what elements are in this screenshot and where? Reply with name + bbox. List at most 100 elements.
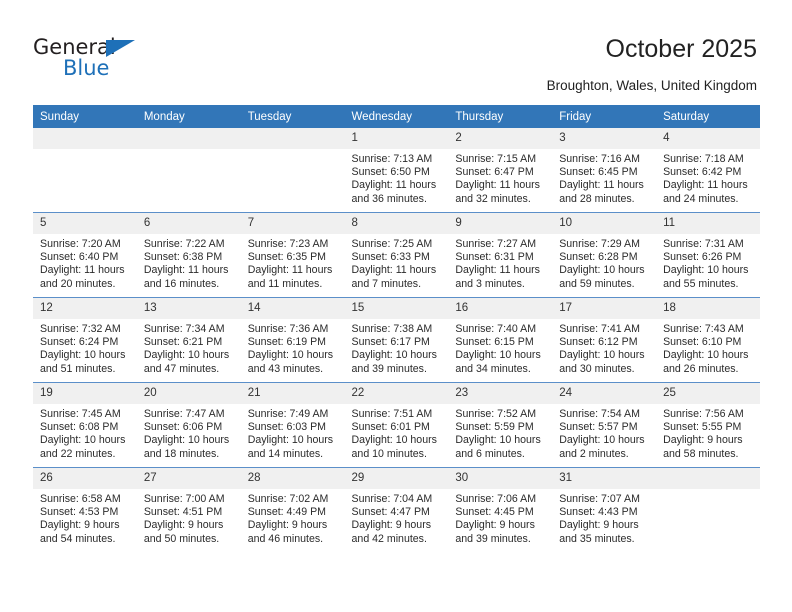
- sunrise-text: Sunrise: 7:41 AM: [559, 323, 640, 335]
- daylight-text-line1: Daylight: 10 hours: [455, 434, 541, 447]
- day-details: Sunrise: 7:13 AM Sunset: 6:50 PM Daylight:…: [345, 149, 449, 206]
- sunrise-text: Sunrise: 7:00 AM: [143, 493, 225, 505]
- calendar-day-cell[interactable]: 1 Sunrise: 7:13 AM Sunset: 6:50 PM Daylight…: [344, 128, 449, 213]
- calendar-day-cell[interactable]: 26 Sunrise: 6:58 AM Sunset: 4:53 PM Dayligh…: [33, 467, 137, 552]
- daylight-text-line1: Daylight: 11 hours: [663, 179, 748, 192]
- calendar-day-cell[interactable]: 25 Sunrise: 7:56 AM Sunset: 5:55 PM Dayligh…: [656, 382, 760, 468]
- calendar-day-cell[interactable]: 29 Sunrise: 7:04 AM Sunset: 4:47 PM Dayligh…: [344, 467, 449, 552]
- daylight-text-line2: and 35 minutes.: [559, 532, 635, 545]
- calendar-day-cell[interactable]: 3 Sunrise: 7:16 AM Sunset: 6:45 PM Daylight…: [552, 128, 657, 213]
- calendar-day-cell[interactable]: 13 Sunrise: 7:34 AM Sunset: 6:21 PM Dayligh…: [136, 297, 241, 383]
- calendar-day-cell[interactable]: 28 Sunrise: 7:02 AM Sunset: 4:49 PM Dayligh…: [240, 467, 345, 552]
- sunrise-text: Sunrise: 7:43 AM: [663, 323, 744, 335]
- calendar-week-row: 26 Sunrise: 6:58 AM Sunset: 4:53 PM Dayligh…: [33, 467, 760, 552]
- daylight-text-line1: Daylight: 11 hours: [351, 264, 437, 277]
- sunset-text: Sunset: 6:19 PM: [247, 336, 327, 349]
- daylight-text-line2: and 46 minutes.: [247, 532, 324, 545]
- weekday-header-wednesday: Wednesday: [344, 105, 449, 128]
- daylight-text-line1: Daylight: 9 hours: [559, 519, 639, 532]
- calendar-day-cell[interactable]: 21 Sunrise: 7:49 AM Sunset: 6:03 PM Dayligh…: [240, 382, 345, 468]
- sunset-text: Sunset: 5:59 PM: [455, 421, 534, 434]
- calendar-day-cell[interactable]: 31 Sunrise: 7:07 AM Sunset: 4:43 PM Dayligh…: [552, 467, 657, 552]
- calendar-day-cell[interactable]: 15 Sunrise: 7:38 AM Sunset: 6:17 PM Dayligh…: [344, 297, 449, 383]
- day-number: 20: [136, 383, 241, 404]
- calendar-day-cell[interactable]: 9 Sunrise: 7:27 AM Sunset: 6:31 PM Daylight…: [448, 212, 553, 298]
- calendar-day-cell[interactable]: 6 Sunrise: 7:22 AM Sunset: 6:38 PM Daylight…: [136, 212, 241, 298]
- day-number: 26: [33, 468, 137, 489]
- daylight-text-line2: and 28 minutes.: [559, 192, 635, 205]
- sunset-text: Sunset: 6:10 PM: [663, 336, 742, 349]
- day-number: 12: [33, 298, 137, 319]
- weekday-header-monday: Monday: [136, 105, 241, 128]
- daylight-text-line1: Daylight: 10 hours: [247, 434, 334, 447]
- calendar-day-cell[interactable]: 16 Sunrise: 7:40 AM Sunset: 6:15 PM Dayligh…: [448, 297, 553, 383]
- calendar-day-cell[interactable]: 20 Sunrise: 7:47 AM Sunset: 6:06 PM Dayligh…: [136, 382, 241, 468]
- calendar-day-cell[interactable]: 4 Sunrise: 7:18 AM Sunset: 6:42 PM Daylight…: [656, 128, 760, 213]
- calendar-day-cell-empty: [136, 128, 241, 213]
- daylight-text-line1: Daylight: 11 hours: [143, 264, 229, 277]
- calendar-day-cell[interactable]: 5 Sunrise: 7:20 AM Sunset: 6:40 PM Daylight…: [33, 212, 137, 298]
- day-details: [656, 489, 760, 493]
- page-header: General Blue October 2025 Broughton, Wal…: [0, 0, 792, 100]
- daylight-text-line2: and 22 minutes.: [40, 447, 116, 460]
- logo-text-general: General: [33, 35, 116, 59]
- sunrise-text: Sunrise: 7:47 AM: [143, 408, 225, 420]
- calendar-day-cell[interactable]: 14 Sunrise: 7:36 AM Sunset: 6:19 PM Dayligh…: [240, 297, 345, 383]
- daylight-text-line2: and 51 minutes.: [40, 362, 116, 375]
- day-details: Sunrise: 7:49 AM Sunset: 6:03 PM Daylight:…: [241, 404, 345, 461]
- calendar-day-cell[interactable]: 19 Sunrise: 7:45 AM Sunset: 6:08 PM Dayligh…: [33, 382, 137, 468]
- general-blue-logo[interactable]: General Blue: [33, 36, 163, 84]
- calendar-day-cell[interactable]: 24 Sunrise: 7:54 AM Sunset: 5:57 PM Dayligh…: [552, 382, 657, 468]
- logo-text-blue: Blue: [63, 56, 110, 80]
- calendar-day-cell[interactable]: 17 Sunrise: 7:41 AM Sunset: 6:12 PM Dayligh…: [552, 297, 657, 383]
- sunrise-text: Sunrise: 7:04 AM: [351, 493, 433, 505]
- day-details: Sunrise: 7:41 AM Sunset: 6:12 PM Daylight:…: [552, 319, 656, 376]
- calendar-day-cell[interactable]: 7 Sunrise: 7:23 AM Sunset: 6:35 PM Daylight…: [240, 212, 345, 298]
- daylight-text-line1: Daylight: 11 hours: [455, 264, 540, 277]
- day-number: 3: [552, 128, 657, 149]
- calendar-day-cell[interactable]: 8 Sunrise: 7:25 AM Sunset: 6:33 PM Daylight…: [344, 212, 449, 298]
- day-details: Sunrise: 7:25 AM Sunset: 6:33 PM Daylight:…: [345, 234, 449, 291]
- sunset-text: Sunset: 6:50 PM: [351, 166, 430, 179]
- day-details: Sunrise: 7:56 AM Sunset: 5:55 PM Daylight:…: [656, 404, 760, 461]
- location-subtitle: Broughton, Wales, United Kingdom: [546, 78, 757, 93]
- daylight-text-line2: and 3 minutes.: [455, 277, 525, 290]
- day-number: 15: [344, 298, 449, 319]
- daylight-text-line2: and 59 minutes.: [559, 277, 635, 290]
- day-number: 2: [448, 128, 553, 149]
- day-number: 31: [552, 468, 657, 489]
- calendar-day-cell[interactable]: 22 Sunrise: 7:51 AM Sunset: 6:01 PM Dayligh…: [344, 382, 449, 468]
- day-number: 21: [240, 383, 345, 404]
- page-title: October 2025: [605, 35, 758, 63]
- weekday-header-thursday: Thursday: [448, 105, 553, 128]
- calendar-day-cell[interactable]: 23 Sunrise: 7:52 AM Sunset: 5:59 PM Dayligh…: [448, 382, 553, 468]
- day-details: Sunrise: 7:02 AM Sunset: 4:49 PM Daylight:…: [241, 489, 345, 546]
- calendar-week-row: 12 Sunrise: 7:32 AM Sunset: 6:24 PM Dayligh…: [33, 297, 760, 383]
- day-number: 29: [344, 468, 449, 489]
- calendar-day-cell[interactable]: 11 Sunrise: 7:31 AM Sunset: 6:26 PM Dayligh…: [656, 212, 760, 298]
- daylight-text-line1: Daylight: 10 hours: [143, 434, 230, 447]
- day-number: 19: [33, 383, 137, 404]
- sunset-text: Sunset: 6:06 PM: [143, 421, 223, 434]
- sunset-text: Sunset: 6:33 PM: [351, 251, 430, 264]
- day-number: 14: [240, 298, 345, 319]
- day-number: 24: [552, 383, 657, 404]
- calendar-day-cell[interactable]: 27 Sunrise: 7:00 AM Sunset: 4:51 PM Dayligh…: [136, 467, 241, 552]
- daylight-text-line2: and 10 minutes.: [351, 447, 427, 460]
- calendar-day-cell[interactable]: 18 Sunrise: 7:43 AM Sunset: 6:10 PM Dayligh…: [656, 297, 760, 383]
- calendar-day-cell[interactable]: 2 Sunrise: 7:15 AM Sunset: 6:47 PM Daylight…: [448, 128, 553, 213]
- calendar-day-cell[interactable]: 30 Sunrise: 7:06 AM Sunset: 4:45 PM Dayligh…: [448, 467, 553, 552]
- calendar-page: General Blue October 2025 Broughton, Wal…: [0, 0, 792, 612]
- calendar-day-cell[interactable]: 10 Sunrise: 7:29 AM Sunset: 6:28 PM Dayligh…: [552, 212, 657, 298]
- day-number: [656, 468, 760, 489]
- calendar-day-cell-empty: [656, 467, 760, 552]
- sunrise-text: Sunrise: 7:25 AM: [351, 238, 433, 250]
- day-details: Sunrise: 7:54 AM Sunset: 5:57 PM Daylight:…: [552, 404, 656, 461]
- sunrise-text: Sunrise: 7:34 AM: [143, 323, 225, 335]
- sunrise-text: Sunrise: 7:29 AM: [559, 238, 640, 250]
- sunrise-text: Sunrise: 7:51 AM: [351, 408, 433, 420]
- calendar-day-cell[interactable]: 12 Sunrise: 7:32 AM Sunset: 6:24 PM Dayligh…: [33, 297, 137, 383]
- sunset-text: Sunset: 4:47 PM: [351, 506, 430, 519]
- daylight-text-line1: Daylight: 10 hours: [40, 349, 126, 362]
- daylight-text-line1: Daylight: 10 hours: [143, 349, 230, 362]
